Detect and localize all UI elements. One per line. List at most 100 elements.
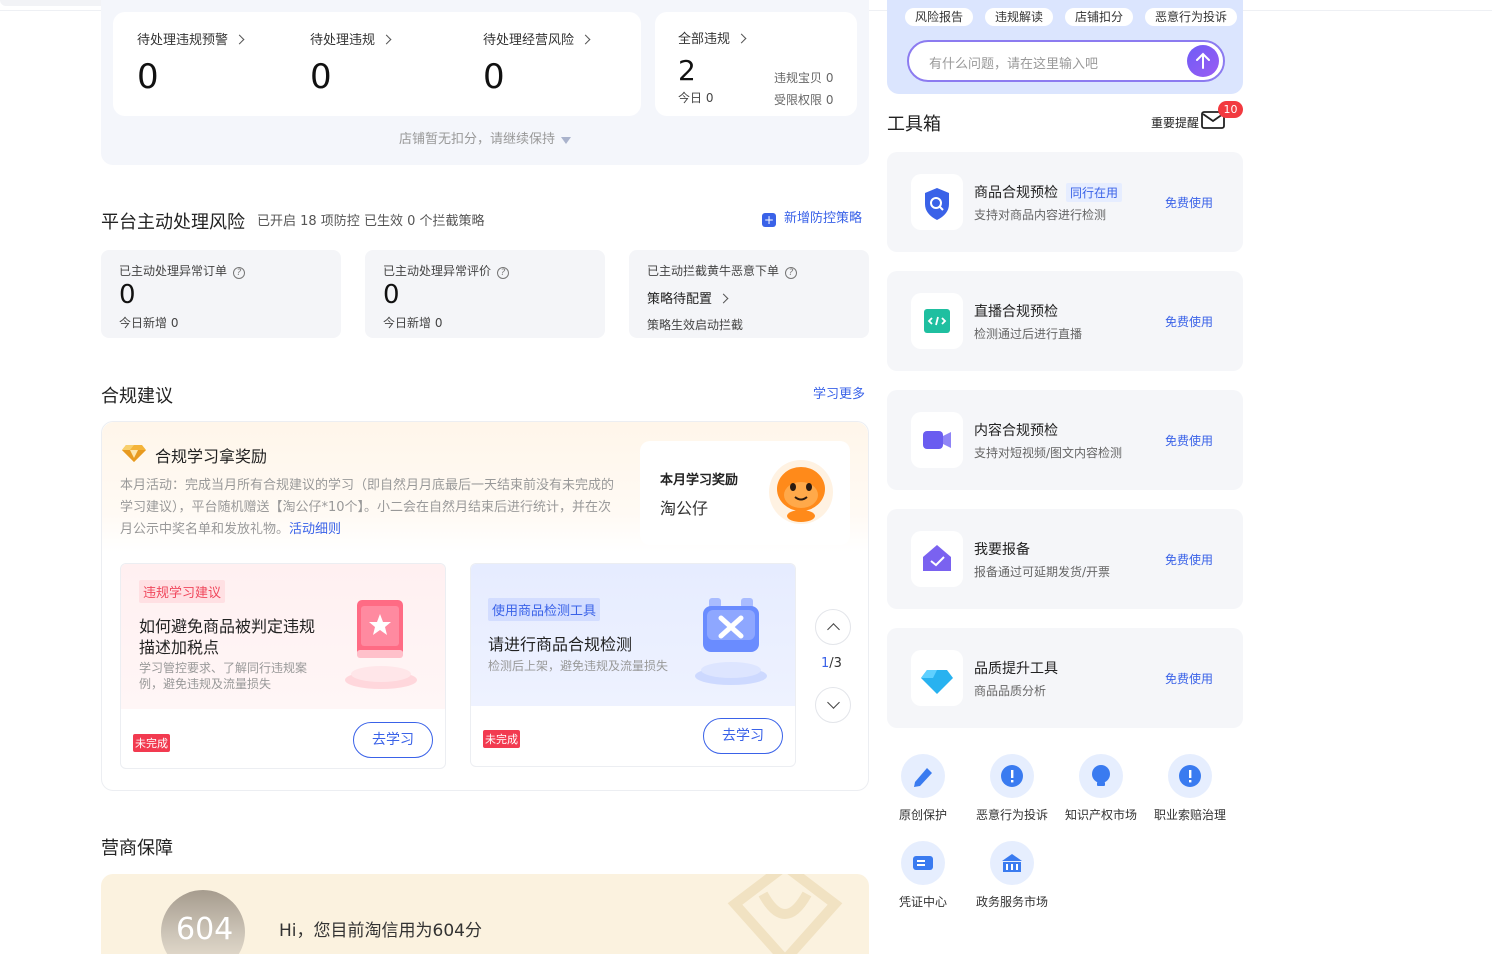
reminder-badge: 10 bbox=[1218, 101, 1243, 118]
tool-product-precheck[interactable]: 商品合规预检 同行在用 支持对商品内容进行检测 免费使用 bbox=[887, 152, 1243, 252]
tool-desc: 支持对商品内容进行检测 bbox=[974, 208, 1107, 222]
tool-content-precheck[interactable]: 内容合规预检 支持对短视频/图文内容检测 免费使用 bbox=[887, 390, 1243, 490]
learn-more-link[interactable]: 学习更多 bbox=[813, 383, 865, 402]
quick-link-label: 恶意行为投诉 bbox=[975, 808, 1048, 822]
today-count: 今日 0 bbox=[678, 91, 714, 105]
bulb-icon bbox=[1092, 765, 1110, 786]
shield-search-icon bbox=[911, 174, 963, 230]
quick-link-label: 原创保护 bbox=[898, 808, 947, 822]
expand-down-icon bbox=[561, 137, 571, 144]
pending-violation-link[interactable]: 待处理违规 bbox=[310, 29, 392, 48]
strategy-config-label: 策略待配置 bbox=[647, 292, 713, 307]
abnormal-review-label-wrap: 已主动处理异常评价? bbox=[383, 262, 510, 279]
book-illustration-icon bbox=[341, 592, 421, 692]
claim-governance-button[interactable] bbox=[1168, 754, 1212, 798]
chip-violation-explain[interactable]: 违规解读 bbox=[985, 8, 1054, 26]
important-reminder-link[interactable]: 重要提醒 bbox=[1151, 114, 1199, 131]
restricted-count: 受限权限 0 bbox=[774, 93, 834, 107]
pager-indicator: 1/3 bbox=[821, 656, 842, 671]
watermark-badge-icon bbox=[723, 874, 847, 954]
learning-card-1[interactable]: 违规学习建议 如何避免商品被判定违规描述加税点 学习管控要求、了解同行违规案例，… bbox=[120, 563, 446, 769]
tool-live-precheck[interactable]: 直播合规预检 检测通过后进行直播 免费使用 bbox=[887, 271, 1243, 371]
pending-biz-risk-label: 待处理经营风险 bbox=[483, 33, 575, 48]
tool-desc: 支持对短视频/图文内容检测 bbox=[974, 446, 1123, 460]
abnormal-order-label: 已主动处理异常订单 bbox=[119, 264, 228, 278]
help-icon[interactable]: ? bbox=[785, 267, 798, 279]
pager-total: /3 bbox=[829, 656, 842, 671]
assistant-placeholder: 有什么问题，请在这里输入吧 bbox=[929, 57, 1099, 72]
send-button[interactable] bbox=[1187, 45, 1219, 77]
next-page-button[interactable] bbox=[815, 687, 851, 723]
learning-desc-1: 学习管控要求、了解同行违规案例，避免违规及流量损失 bbox=[139, 661, 308, 691]
abnormal-review-today: 今日新增 0 bbox=[383, 316, 443, 330]
pending-biz-risk-link[interactable]: 待处理经营风险 bbox=[483, 29, 591, 48]
diamond-icon bbox=[911, 650, 963, 706]
tool-quality-improve[interactable]: 品质提升工具 商品品质分析 免费使用 bbox=[887, 628, 1243, 728]
strategy-config-link[interactable]: 策略待配置 bbox=[647, 288, 729, 307]
assistant-input[interactable]: 有什么问题，请在这里输入吧 bbox=[907, 40, 1225, 82]
help-icon[interactable]: ? bbox=[497, 267, 510, 279]
add-strategy-link[interactable]: + 新增防控策略 bbox=[762, 207, 862, 227]
alert-icon bbox=[1001, 765, 1023, 787]
activity-rules-link[interactable]: 活动细则 bbox=[289, 522, 341, 537]
tool-name: 内容合规预检 bbox=[974, 423, 1058, 439]
chip-shop-deduction[interactable]: 店铺扣分 bbox=[1065, 8, 1134, 26]
chevron-right-icon bbox=[234, 34, 245, 45]
house-check-icon bbox=[911, 531, 963, 587]
abnormal-review-card[interactable]: 已主动处理异常评价? 0 今日新增 0 bbox=[365, 250, 605, 338]
code-screen-icon bbox=[911, 293, 963, 349]
help-icon[interactable]: ? bbox=[233, 267, 246, 279]
free-use-link[interactable]: 免费使用 bbox=[1165, 670, 1213, 687]
tool-name: 我要报备 bbox=[974, 542, 1030, 558]
abnormal-order-card[interactable]: 已主动处理异常订单? 0 今日新增 0 bbox=[101, 250, 341, 338]
pending-warning-label: 待处理违规预警 bbox=[137, 33, 229, 48]
abnormal-order-value: 0 bbox=[119, 280, 136, 310]
monthly-reward-card: 本月学习奖励 淘公仔 bbox=[640, 441, 850, 545]
pending-warning-link[interactable]: 待处理违规预警 bbox=[137, 29, 245, 48]
guarantee-section-title: 营商保障 bbox=[101, 838, 173, 859]
all-violation-link[interactable]: 全部违规 bbox=[678, 28, 747, 47]
chip-risk-report[interactable]: 风险报告 bbox=[905, 8, 974, 26]
scalper-label-wrap: 已主动拦截黄牛恶意下单? bbox=[647, 262, 798, 279]
tool-name: 直播合规预检 bbox=[974, 304, 1058, 320]
tool-report-filing[interactable]: 我要报备 报备通过可延期发货/开票 免费使用 bbox=[887, 509, 1243, 609]
gov-service-button[interactable] bbox=[990, 841, 1034, 885]
risk-section-subtitle: 已开启 18 项防控 已生效 0 个拦截策略 bbox=[257, 214, 485, 229]
prev-page-button[interactable] bbox=[815, 609, 851, 645]
quick-link-label: 职业索赔治理 bbox=[1153, 808, 1226, 822]
free-use-link[interactable]: 免费使用 bbox=[1165, 432, 1213, 449]
learning-card-2[interactable]: 使用商品检测工具 请进行商品合规检测 检测后上架，避免违规及流量损失 未完成 去… bbox=[470, 563, 796, 767]
chevron-right-icon bbox=[381, 34, 392, 45]
free-use-link[interactable]: 免费使用 bbox=[1165, 313, 1213, 330]
original-protection-button[interactable] bbox=[901, 754, 945, 798]
assistant-panel: 风险报告 违规解读 店铺扣分 恶意行为投诉 有什么问题，请在这里输入吧 bbox=[887, 0, 1243, 94]
chevron-right-icon bbox=[736, 33, 747, 44]
chip-malicious-complaint[interactable]: 恶意行为投诉 bbox=[1145, 8, 1238, 26]
quick-link-label: 政务服务市场 bbox=[975, 895, 1048, 909]
toolbox-title: 工具箱 bbox=[887, 114, 941, 135]
peer-using-tag: 同行在用 bbox=[1066, 183, 1123, 202]
ip-market-button[interactable] bbox=[1079, 754, 1123, 798]
all-violation-card: 全部违规 2 今日 0 违规宝贝 0 受限权限 0 bbox=[655, 12, 857, 116]
free-use-link[interactable]: 免费使用 bbox=[1165, 551, 1213, 568]
mascot-image bbox=[768, 459, 834, 525]
status-badge-1: 未完成 bbox=[133, 734, 170, 752]
go-learn-button-2[interactable]: 去学习 bbox=[703, 718, 783, 754]
pending-warning-value: 0 bbox=[137, 57, 159, 97]
go-learn-button-1[interactable]: 去学习 bbox=[353, 722, 433, 758]
malicious-complaint-button[interactable] bbox=[990, 754, 1034, 798]
tool-desc: 检测通过后进行直播 bbox=[974, 327, 1083, 341]
all-violation-value: 2 bbox=[678, 54, 696, 87]
scalper-label: 已主动拦截黄牛恶意下单 bbox=[647, 264, 780, 278]
deduction-notice[interactable]: 店铺暂无扣分，请继续保持 bbox=[101, 128, 869, 147]
arrow-up-icon bbox=[1196, 52, 1210, 69]
monthly-reward-value: 淘公仔 bbox=[660, 499, 709, 518]
voucher-center-button[interactable] bbox=[901, 841, 945, 885]
deduction-notice-text: 店铺暂无扣分，请继续保持 bbox=[398, 132, 555, 147]
scalper-intercept-card[interactable]: 已主动拦截黄牛恶意下单? 策略待配置 策略生效启动拦截 bbox=[629, 250, 869, 338]
diamond-icon bbox=[122, 443, 146, 463]
free-use-link[interactable]: 免费使用 bbox=[1165, 194, 1213, 211]
credit-score-value: 604 bbox=[176, 912, 234, 947]
toolbox-illustration-icon bbox=[691, 588, 771, 688]
alert-icon bbox=[1179, 765, 1201, 787]
